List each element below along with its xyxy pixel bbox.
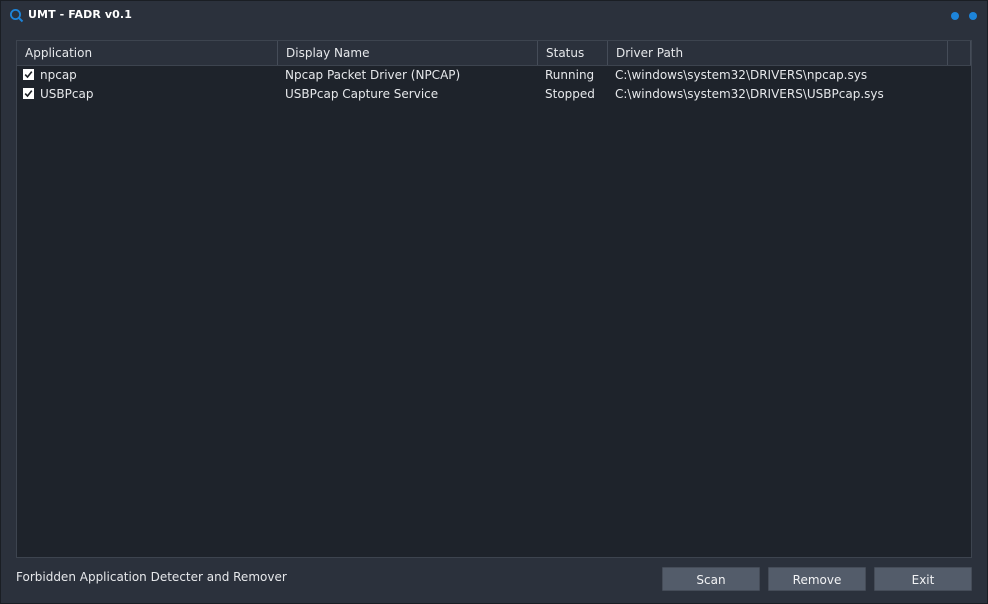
close-button[interactable] — [969, 12, 977, 20]
cell-driver-path: C:\windows\system32\DRIVERS\USBPcap.sys — [615, 87, 884, 101]
cell-display-name: USBPcap Capture Service — [285, 87, 439, 101]
app-description: Forbidden Application Detecter and Remov… — [16, 570, 287, 584]
cell-status: Running — [545, 68, 595, 82]
column-header-driver-path[interactable]: Driver Path — [608, 41, 948, 65]
exit-button[interactable]: Exit — [874, 567, 972, 591]
table-row[interactable]: USBPcap USBPcap Capture Service Stopped … — [17, 85, 971, 104]
cell-application: npcap — [40, 68, 77, 82]
column-header-display-name[interactable]: Display Name — [278, 41, 538, 65]
magnifier-icon — [9, 8, 24, 23]
title-bar[interactable]: UMT - FADR v0.1 — [1, 1, 987, 30]
check-icon — [24, 71, 33, 79]
cell-status: Stopped — [545, 87, 595, 101]
application-list[interactable]: Application Display Name Status Driver P… — [16, 40, 972, 558]
row-checkbox[interactable] — [23, 88, 34, 99]
row-checkbox[interactable] — [23, 69, 34, 80]
scan-button[interactable]: Scan — [662, 567, 760, 591]
table-row[interactable]: npcap Npcap Packet Driver (NPCAP) Runnin… — [17, 66, 971, 85]
column-header-filler — [948, 41, 971, 65]
list-header: Application Display Name Status Driver P… — [17, 41, 971, 66]
main-window: UMT - FADR v0.1 Application Display Name… — [0, 0, 988, 604]
cell-driver-path: C:\windows\system32\DRIVERS\npcap.sys — [615, 68, 868, 82]
window-title: UMT - FADR v0.1 — [28, 8, 132, 21]
cell-display-name: Npcap Packet Driver (NPCAP) — [285, 68, 461, 82]
check-icon — [24, 90, 33, 98]
cell-application: USBPcap — [40, 87, 94, 101]
column-header-application[interactable]: Application — [17, 41, 278, 65]
minimize-button[interactable] — [951, 12, 959, 20]
column-header-status[interactable]: Status — [538, 41, 608, 65]
remove-button[interactable]: Remove — [768, 567, 866, 591]
